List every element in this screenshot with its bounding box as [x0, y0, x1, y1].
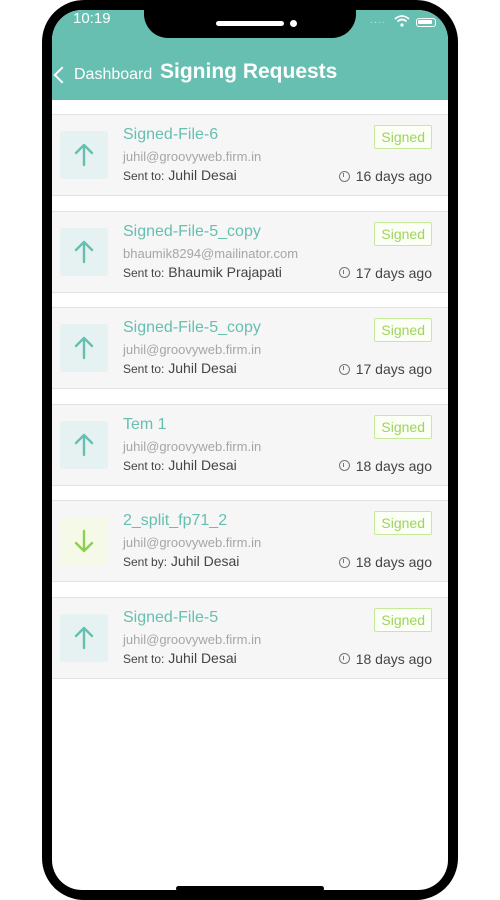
status-time: 10:19	[73, 10, 111, 27]
sent-prefix: Sent to:	[123, 651, 165, 666]
request-row[interactable]: Signed-File-5_copy juhil@groovyweb.firm.i…	[52, 307, 448, 389]
request-file-name: Signed-File-6	[123, 126, 219, 143]
clock-icon	[338, 170, 350, 182]
age-label: 18 days ago	[355, 457, 432, 474]
arrow-up-icon	[60, 131, 108, 179]
battery-icon	[416, 18, 436, 27]
back-button[interactable]: Dashboard	[52, 63, 152, 87]
sent-prefix: Sent by:	[123, 555, 168, 569]
sent-prefix: Sent to:	[123, 265, 165, 280]
request-age: 17 days ago	[338, 361, 432, 377]
request-row[interactable]: Signed-File-5_copy bhaumik8294@mailinator…	[52, 210, 448, 293]
clock-icon	[338, 653, 350, 664]
arrow-up-icon	[60, 613, 108, 662]
status-badge: Signed	[374, 318, 432, 342]
request-row[interactable]: Signed-File-5 juhil@groovyweb.firm.in Sent…	[52, 596, 448, 679]
recipient-name: Juhil Desai	[168, 360, 237, 376]
nav-header: 10:19 .... Dashboard Signing Requests	[52, 10, 448, 100]
age-label: 16 days ago	[355, 168, 432, 184]
request-email: juhil@groovyweb.firm.in	[123, 631, 262, 647]
arrow-down-icon	[60, 517, 108, 565]
camera-dot	[290, 20, 297, 27]
sent-prefix: Sent to:	[123, 362, 165, 376]
request-recipient: Sent to: Bhaumik Prajapati	[123, 264, 282, 280]
request-age: 16 days ago	[338, 168, 432, 184]
request-recipient: Sent by: Juhil Desai	[123, 553, 239, 569]
device-notch	[144, 10, 356, 38]
clock-icon	[338, 460, 350, 471]
request-age: 18 days ago	[338, 650, 432, 667]
status-badge: Signed	[374, 511, 432, 535]
clock-icon	[338, 363, 350, 375]
home-indicator	[176, 886, 324, 890]
request-row[interactable]: Tem 1 juhil@groovyweb.firm.in Sent to: Juh…	[52, 403, 448, 486]
recipient-name: Juhil Desai	[168, 649, 237, 666]
status-badge: Signed	[374, 607, 432, 632]
age-label: 17 days ago	[355, 361, 432, 377]
recipient-name: Juhil Desai	[170, 553, 240, 569]
request-age: 18 days ago	[338, 554, 432, 570]
clock-icon	[338, 556, 350, 568]
request-email: bhaumik8294@mailinator.com	[123, 245, 299, 261]
wifi-icon	[394, 15, 410, 27]
clock-icon	[338, 267, 350, 278]
request-recipient: Sent to: Juhil Desai	[123, 650, 237, 666]
age-label: 18 days ago	[355, 650, 432, 667]
recipient-name: Juhil Desai	[168, 456, 237, 473]
request-age: 18 days ago	[338, 457, 432, 474]
arrow-up-icon	[60, 420, 108, 469]
request-recipient: Sent to: Juhil Desai	[123, 167, 237, 183]
request-recipient: Sent to: Juhil Desai	[123, 457, 237, 473]
arrow-up-icon	[60, 227, 108, 276]
signal-icon: ....	[370, 14, 387, 26]
request-email: juhil@groovyweb.firm.in	[123, 535, 262, 550]
request-row[interactable]: 2_split_fp71_2 juhil@groovyweb.firm.in Sen…	[52, 500, 448, 582]
request-file-name: Signed-File-5	[123, 608, 219, 626]
request-file-name: Tem 1	[123, 415, 167, 433]
recipient-name: Juhil Desai	[168, 167, 237, 183]
chevron-left-icon	[53, 66, 71, 84]
status-badge: Signed	[374, 221, 432, 246]
arrow-up-icon	[60, 324, 108, 372]
age-label: 17 days ago	[355, 264, 432, 281]
page-title: Signing Requests	[160, 60, 338, 83]
age-label: 18 days ago	[355, 554, 432, 570]
request-file-name: 2_split_fp71_2	[123, 512, 228, 529]
request-email: juhil@groovyweb.firm.in	[123, 149, 262, 164]
app-screen: 10:19 .... Dashboard Signing Requests Si…	[52, 10, 448, 890]
request-file-name: Signed-File-5_copy	[123, 319, 261, 336]
request-age: 17 days ago	[338, 264, 432, 281]
request-email: juhil@groovyweb.firm.in	[123, 342, 262, 357]
request-recipient: Sent to: Juhil Desai	[123, 360, 237, 376]
status-badge: Signed	[374, 414, 432, 439]
recipient-name: Bhaumik Prajapati	[168, 263, 282, 280]
back-label: Dashboard	[74, 66, 153, 83]
sent-prefix: Sent to:	[123, 169, 165, 183]
sent-prefix: Sent to:	[123, 458, 165, 473]
request-email: juhil@groovyweb.firm.in	[123, 438, 262, 454]
request-file-name: Signed-File-5_copy	[123, 222, 261, 240]
speaker-grille	[216, 21, 284, 26]
status-badge: Signed	[374, 125, 432, 149]
request-row[interactable]: Signed-File-6 juhil@groovyweb.firm.in Sent…	[52, 114, 448, 196]
